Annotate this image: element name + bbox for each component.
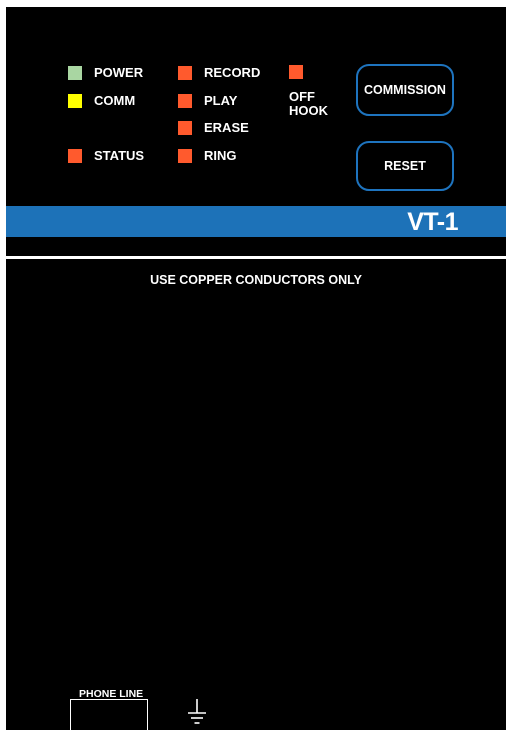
reset-button[interactable]: RESET bbox=[356, 141, 454, 191]
device-panel: POWER COMM STATUS RECORD PLAY ERASE RING… bbox=[6, 7, 506, 739]
power-led bbox=[68, 66, 82, 80]
erase-led bbox=[178, 121, 192, 135]
off-hook-label-line1: OFF bbox=[289, 89, 315, 104]
power-label: POWER bbox=[94, 65, 144, 80]
erase-label: ERASE bbox=[204, 120, 249, 135]
comm-led bbox=[68, 94, 82, 108]
commission-button[interactable]: COMMISSION bbox=[356, 64, 454, 116]
play-led bbox=[178, 94, 192, 108]
model-bar: VT-1 bbox=[6, 206, 506, 237]
play-label: PLAY bbox=[204, 93, 238, 108]
model-label: VT-1 bbox=[407, 208, 458, 236]
divider bbox=[6, 256, 506, 259]
copper-conductors-notice: USE COPPER CONDUCTORS ONLY bbox=[150, 273, 362, 287]
off-hook-led bbox=[289, 65, 303, 79]
record-led bbox=[178, 66, 192, 80]
phone-line-jack[interactable] bbox=[70, 699, 148, 739]
ground-icon bbox=[188, 699, 206, 724]
record-label: RECORD bbox=[204, 65, 261, 80]
ring-led bbox=[178, 149, 192, 163]
ring-label: RING bbox=[204, 148, 237, 163]
status-label: STATUS bbox=[94, 148, 145, 163]
comm-label: COMM bbox=[94, 93, 136, 108]
off-hook-label-line2: HOOK bbox=[289, 103, 328, 118]
status-led bbox=[68, 149, 82, 163]
